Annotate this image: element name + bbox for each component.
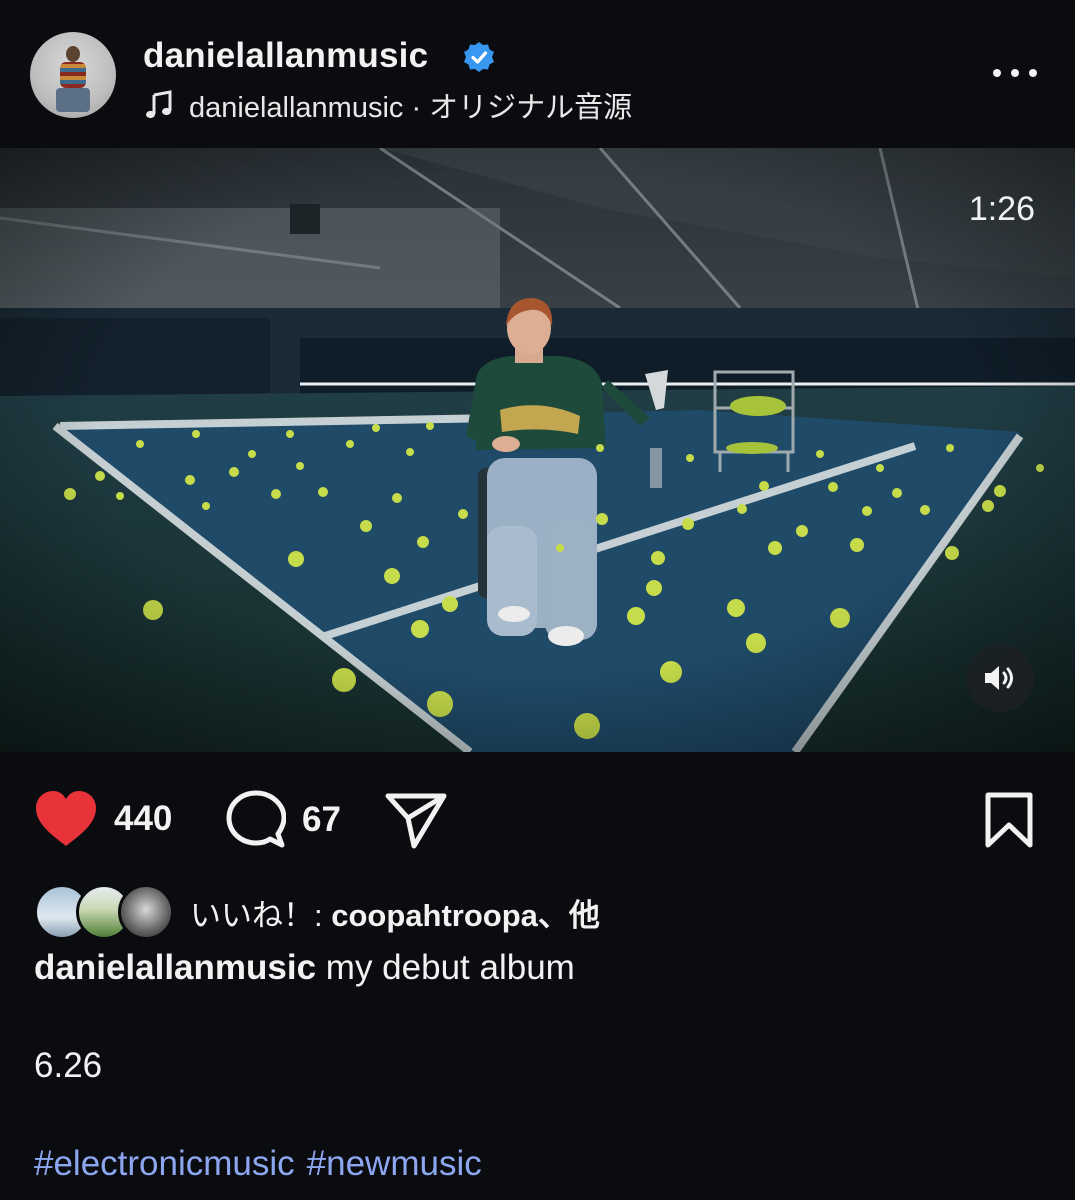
video-player[interactable]: 1:26 [0,148,1075,752]
music-note-icon [146,90,172,119]
caption-text: my debut album [325,948,575,987]
video-duration: 1:26 [968,190,1035,228]
comment-button[interactable]: 67 [226,790,341,850]
username[interactable]: danielallanmusic [143,36,428,76]
post-header: danielallanmusic danielallanmusic · オリジナ… [0,0,1075,148]
speaker-icon [985,666,1013,690]
liked-by-user: coopahtroopa [331,897,538,933]
audio-label: danielallanmusic · オリジナル音源 [189,92,633,124]
hashtag-link[interactable]: #electronicmusic [34,1144,295,1183]
avatar[interactable] [30,32,116,118]
caption: danielallanmusic my debut album [34,948,575,988]
comment-icon [226,790,286,848]
audio-attribution[interactable]: danielallanmusic · オリジナル音源 [143,84,632,126]
sound-toggle-button[interactable] [966,644,1034,712]
verified-badge-icon [464,42,494,72]
post-actions: 440 67 [0,780,1075,860]
liked-by-text: いいね！: coopahtroopa、他 [190,897,600,933]
hashtag-link[interactable]: #newmusic [307,1144,482,1183]
bookmark-icon[interactable] [984,792,1034,848]
like-button[interactable]: 440 [34,790,172,848]
caption-author[interactable]: danielallanmusic [34,948,316,987]
comment-count: 67 [302,800,341,839]
hashtags: #electronicmusic #newmusic [34,1144,494,1184]
like-count: 440 [114,799,173,838]
share-button[interactable] [384,790,448,850]
more-options-icon[interactable] [993,66,1037,80]
liker-avatar [118,884,174,940]
video-frame [0,148,1075,752]
liked-by-row[interactable]: いいね！: coopahtroopa、他 [34,884,600,940]
caption-date-line: 6.26 [34,1046,103,1085]
heart-icon [36,791,96,846]
share-icon [385,793,447,849]
